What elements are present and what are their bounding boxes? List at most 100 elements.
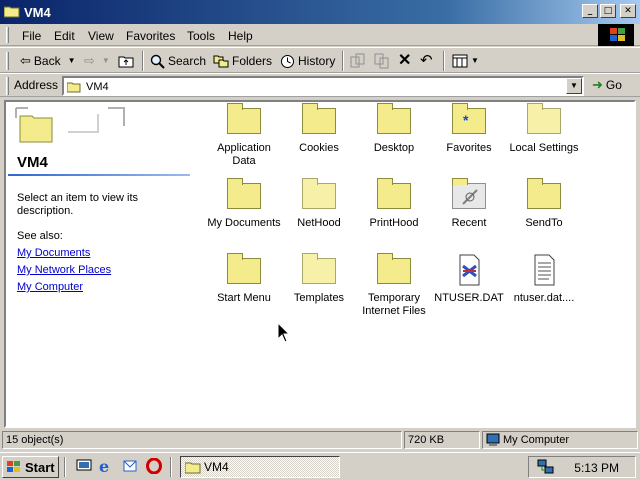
taskbar-button-vm4[interactable]: VM4: [180, 456, 340, 478]
folder-icon: [227, 253, 261, 284]
address-grip[interactable]: [6, 77, 9, 95]
link-my-computer[interactable]: My Computer: [17, 281, 83, 293]
item-label: Local Settings: [509, 142, 579, 154]
network-tray-icon[interactable]: [537, 459, 555, 475]
link-my-network-places[interactable]: My Network Places: [17, 264, 111, 276]
status-object-count: 15 object(s): [2, 431, 402, 449]
item-ntuser-dat[interactable]: NTUSER.DAT: [429, 254, 509, 305]
forward-dropdown-icon[interactable]: ▼: [102, 52, 110, 70]
item-label: Start Menu: [217, 292, 271, 304]
link-my-documents[interactable]: My Documents: [17, 247, 90, 259]
item-label: Desktop: [373, 142, 415, 154]
item-my-documents[interactable]: My Documents: [204, 178, 284, 230]
folders-button[interactable]: Folders: [213, 52, 272, 70]
folder-icon: [67, 82, 81, 93]
address-dropdown-button[interactable]: ▼: [566, 78, 582, 94]
history-button[interactable]: History: [280, 52, 335, 70]
item-printhood[interactable]: PrintHood: [354, 178, 434, 230]
item-favorites[interactable]: * Favorites: [429, 103, 509, 155]
menu-grip[interactable]: [6, 27, 9, 43]
up-folder-icon: [118, 56, 134, 68]
clock[interactable]: 5:13 PM: [574, 461, 619, 475]
item-label: SendTo: [525, 217, 563, 229]
item-temporary-internet-files[interactable]: Temporary Internet Files: [354, 253, 434, 318]
toolbar-grip[interactable]: [6, 52, 9, 70]
views-button[interactable]: ▼: [452, 52, 479, 70]
title-bar[interactable]: VM4 _ □ ✕: [0, 0, 640, 24]
copy-to-button[interactable]: [374, 52, 390, 70]
menu-tools[interactable]: Tools: [187, 29, 215, 43]
up-folder-button[interactable]: [118, 52, 134, 70]
folder-icon: [377, 253, 411, 284]
web-view-pane: VM4 Select an item to view its descripti…: [6, 102, 192, 426]
folder-icon: [4, 6, 20, 18]
folder-icon: [302, 178, 336, 209]
favorites-folder-icon: *: [452, 103, 486, 134]
start-button[interactable]: Start: [2, 456, 59, 478]
move-to-button[interactable]: [350, 52, 366, 70]
search-label: Search: [168, 54, 207, 68]
back-dropdown-icon[interactable]: ▼: [68, 52, 76, 70]
see-also-label: See also:: [17, 230, 63, 242]
item-application-data[interactable]: Application Data: [204, 103, 284, 168]
item-label: NetHood: [297, 217, 341, 229]
menu-help[interactable]: Help: [228, 29, 253, 43]
back-button[interactable]: ⇦ Back ▼: [20, 52, 76, 70]
item-label: Temporary Internet Files: [362, 292, 426, 317]
maximize-button[interactable]: □: [600, 4, 616, 18]
menu-view[interactable]: View: [88, 29, 114, 43]
undo-button[interactable]: ↶: [420, 52, 433, 70]
folder-icon: [527, 178, 561, 209]
item-sendto[interactable]: SendTo: [504, 178, 584, 230]
windows-logo-icon: [598, 24, 634, 46]
folder-icon: [527, 103, 561, 134]
folder-view[interactable]: VM4 Select an item to view its descripti…: [4, 100, 636, 428]
go-button[interactable]: ➜ Go: [592, 77, 622, 93]
explorer-window: VM4 _ □ ✕ File Edit View Favorites Tools…: [0, 0, 640, 452]
show-desktop-icon[interactable]: [76, 458, 92, 474]
folder-icon: [227, 103, 261, 134]
minimize-button[interactable]: _: [582, 4, 598, 18]
opera-icon[interactable]: [146, 458, 162, 474]
forward-button[interactable]: ⇨ ▼: [84, 52, 110, 70]
menu-favorites[interactable]: Favorites: [126, 29, 175, 43]
views-dropdown-icon: ▼: [471, 56, 479, 65]
window-title: VM4: [24, 5, 51, 20]
taskbar: Start e VM4 5:13 PM: [0, 452, 640, 480]
menu-bar: File Edit View Favorites Tools Help: [0, 24, 640, 46]
standard-toolbar: ⇦ Back ▼ ⇨ ▼ Search Folders History ✕ ↶ …: [0, 47, 640, 73]
menu-file[interactable]: File: [22, 29, 41, 43]
folder-icon: [227, 178, 261, 209]
item-local-settings[interactable]: Local Settings: [504, 103, 584, 155]
internet-explorer-icon[interactable]: e: [98, 458, 114, 474]
menu-edit[interactable]: Edit: [54, 29, 75, 43]
go-arrow-icon: ➜: [592, 77, 603, 92]
folder-description: Select an item to view its description.: [17, 192, 139, 217]
recent-clock-icon: [462, 189, 478, 205]
item-start-menu[interactable]: Start Menu: [204, 253, 284, 305]
folder-icon: [302, 103, 336, 134]
go-label: Go: [605, 78, 622, 92]
item-templates[interactable]: Templates: [279, 253, 359, 305]
search-button[interactable]: Search: [150, 52, 206, 70]
item-nethood[interactable]: NetHood: [279, 178, 359, 230]
title-divider: [8, 174, 190, 176]
item-label: My Documents: [207, 217, 281, 229]
address-input[interactable]: VM4 ▼: [62, 76, 584, 96]
item-recent[interactable]: Recent: [429, 178, 509, 230]
address-value: VM4: [86, 81, 109, 93]
address-label: Address: [14, 78, 59, 92]
item-ntuser-dat-log[interactable]: ntuser.dat....: [504, 254, 584, 305]
folder-icon: [377, 103, 411, 134]
search-icon: [150, 54, 165, 69]
item-desktop[interactable]: Desktop: [354, 103, 434, 155]
delete-icon: ✕: [398, 52, 412, 69]
folder-icon: [185, 462, 201, 473]
close-button[interactable]: ✕: [620, 4, 636, 18]
outlook-express-icon[interactable]: [122, 458, 138, 474]
delete-button[interactable]: ✕: [398, 52, 411, 70]
views-icon: [452, 54, 468, 68]
registry-file-icon: [459, 254, 480, 286]
item-cookies[interactable]: Cookies: [279, 103, 359, 155]
taskbar-button-label: VM4: [204, 460, 229, 474]
